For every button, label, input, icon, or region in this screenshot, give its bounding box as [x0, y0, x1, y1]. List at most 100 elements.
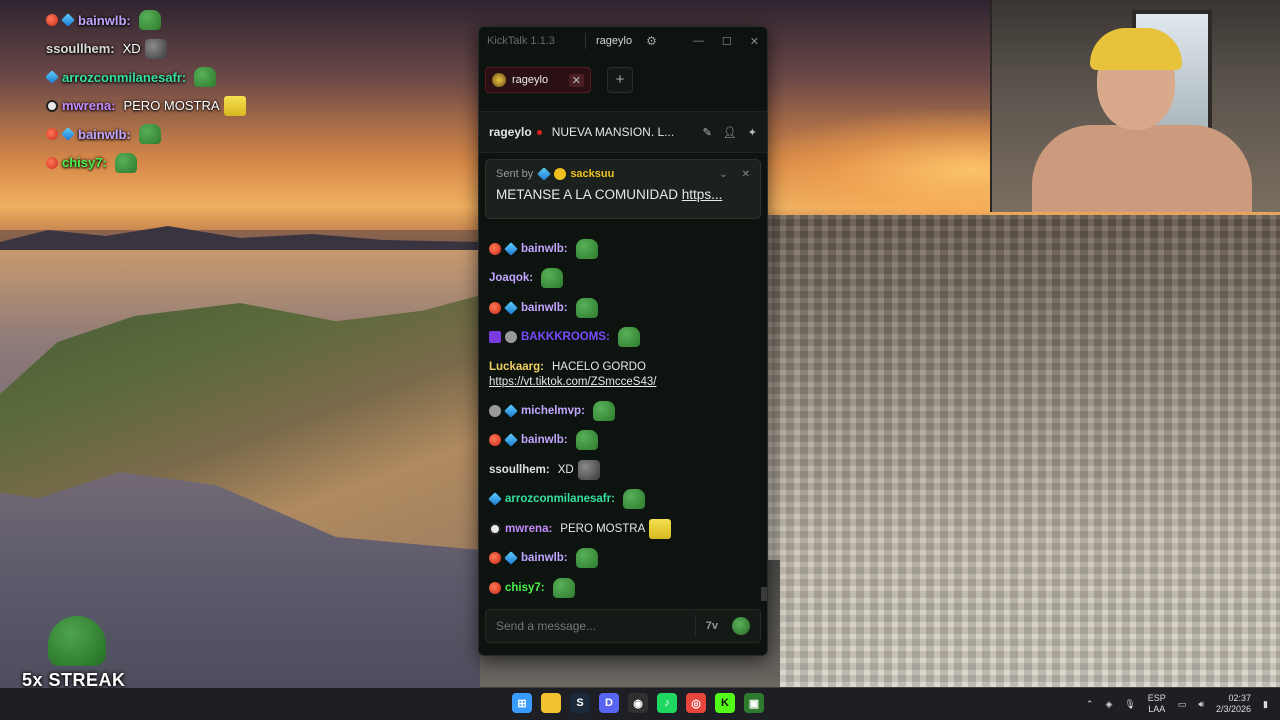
- discord-icon[interactable]: D: [599, 693, 619, 713]
- 7tv-emote-icon[interactable]: 7v: [706, 620, 718, 632]
- obs-icon[interactable]: ◉: [628, 693, 648, 713]
- pinned-toggle-icon[interactable]: ✦: [748, 126, 757, 139]
- chat-username[interactable]: bainwlb:: [521, 302, 568, 314]
- chevron-down-icon[interactable]: ⌄: [719, 169, 727, 180]
- pepe-emote-icon: [541, 268, 564, 289]
- pinned-message: Sent by sacksuu ⌄ ✕ METANSE A LA COMUNID…: [485, 159, 761, 219]
- network-icon[interactable]: ▭: [1178, 699, 1187, 710]
- webcam-feed: [990, 0, 1280, 212]
- chat-username[interactable]: BAKKKROOMS:: [521, 331, 610, 343]
- clock-date: 2/3/2026: [1216, 704, 1252, 714]
- chat-message: michelmvp:: [489, 396, 761, 426]
- chat-message: bainwlb:: [489, 426, 761, 456]
- emote-picker-icon[interactable]: [732, 617, 750, 635]
- chat-message-text: PERO MOSTRA: [560, 522, 646, 535]
- kicktalk-icon[interactable]: ▣: [744, 693, 764, 713]
- sponge-emote-icon: [649, 518, 672, 539]
- pepe-emote-icon: [48, 616, 106, 666]
- pin-icon[interactable]: ✎: [703, 126, 712, 139]
- spotify-icon[interactable]: ♪: [657, 693, 677, 713]
- chat-username[interactable]: mwrena:: [505, 523, 552, 535]
- app-name: KickTalk 1.1.3: [487, 35, 555, 47]
- background-city: [766, 215, 1280, 687]
- chat-message: bainwlb:: [489, 544, 761, 574]
- pinned-sender[interactable]: sacksuu: [570, 168, 614, 180]
- close-tab-icon[interactable]: ✕: [568, 73, 584, 87]
- chat-username[interactable]: michelmvp:: [521, 405, 585, 417]
- kicktalk-window: KickTalk 1.1.3 rageylo ⚙ — ☐ ✕ rageylo ✕…: [478, 26, 768, 656]
- chrome-icon[interactable]: ◎: [686, 693, 706, 713]
- steam-icon[interactable]: S: [570, 693, 590, 713]
- gear-icon[interactable]: ⚙: [646, 34, 657, 48]
- language-indicator[interactable]: ESP LAA: [1148, 693, 1166, 715]
- shield-icon[interactable]: ◈: [1105, 699, 1112, 710]
- overlay-chat-line: bainwlb:: [46, 120, 366, 149]
- overlay-chat: bainwlb: ssoullhem: XD arrozconmilanesafr: m…: [45, 6, 366, 177]
- minimize-icon[interactable]: —: [693, 35, 704, 48]
- cube-badge-icon: [504, 241, 518, 256]
- chat-username[interactable]: bainwlb:: [521, 243, 568, 255]
- pinned-link[interactable]: https...: [682, 187, 723, 202]
- chat-username[interactable]: Joaqok:: [489, 272, 533, 284]
- chat-username[interactable]: bainwlb:: [521, 434, 568, 446]
- chat-message: bainwlb:: [489, 293, 761, 323]
- unpin-icon[interactable]: ✕: [742, 169, 750, 180]
- stream-title: NUEVA MANSION. L...: [551, 125, 675, 139]
- purple-badge-icon: [489, 331, 501, 344]
- pepe-emote-icon: [552, 577, 575, 598]
- cube-badge-icon: [488, 492, 502, 507]
- windows-start-icon[interactable]: ⊞: [512, 693, 532, 713]
- emoji-badge-icon: [554, 168, 567, 180]
- tab-rageylo[interactable]: rageylo ✕: [485, 67, 591, 93]
- webcam-person-body: [1032, 125, 1252, 212]
- language-layout: LAA: [1148, 704, 1166, 714]
- pepe-emote-icon: [194, 67, 217, 88]
- message-input[interactable]: [496, 619, 685, 633]
- clock[interactable]: 02:37 2/3/2026: [1216, 693, 1251, 715]
- chat-username[interactable]: chisy7:: [505, 582, 545, 594]
- red-badge-icon: [46, 14, 58, 27]
- chevron-up-icon[interactable]: ⌃: [1086, 699, 1094, 710]
- chat-username[interactable]: arrozconmilanesafr:: [505, 493, 615, 505]
- file-explorer-icon[interactable]: [541, 693, 561, 713]
- maximize-icon[interactable]: ☐: [722, 35, 732, 48]
- pepe-emote-icon: [575, 238, 598, 259]
- cube-badge-icon: [45, 70, 59, 85]
- chat-username[interactable]: ssoullhem:: [489, 464, 550, 476]
- pepe-emote-icon: [575, 297, 598, 318]
- language-code: ESP: [1147, 693, 1166, 703]
- verified-badge-icon: [537, 167, 552, 181]
- input-divider: [694, 615, 696, 637]
- face-emote-icon: [144, 38, 167, 59]
- taskbar: ⊞ S D ◉ ♪ ◎ K ▣ ⌃ ◈ 🎙︎ ESP LAA ▭ 🔊︎ 02:37 2/3/2…: [0, 688, 1280, 720]
- overlay-username: bainwlb:: [78, 126, 131, 142]
- live-indicator-icon: [536, 129, 542, 135]
- streamer-name[interactable]: rageylo: [489, 125, 532, 139]
- system-tray: ⌃ ◈ 🎙︎ ESP LAA ▭ 🔊︎ 02:37 2/3/2026 ▮: [1086, 688, 1268, 720]
- pinned-text: METANSE A LA COMUNIDAD: [496, 187, 682, 202]
- volume-icon[interactable]: 🔊︎: [1198, 699, 1204, 710]
- chat-message-link[interactable]: https://vt.tiktok.com/ZSmcceS43/: [489, 376, 656, 388]
- add-chatroom-button[interactable]: +: [607, 67, 633, 93]
- chat-username[interactable]: Luckaarg:: [489, 361, 544, 373]
- user-icon[interactable]: 👤︎: [723, 126, 737, 139]
- overlay-chat-line: mwrena: PERO MOSTRA: [46, 92, 366, 121]
- pepe-emote-icon: [617, 327, 640, 348]
- chat-scrollbar[interactable]: [761, 587, 767, 601]
- logged-in-user[interactable]: rageylo: [596, 35, 632, 47]
- chat-username[interactable]: bainwlb:: [521, 552, 568, 564]
- chat-message: ssoullhem: XD: [489, 455, 761, 485]
- pepe-emote-icon: [138, 10, 161, 31]
- chat-message: chisy7:: [489, 573, 761, 603]
- microphone-icon[interactable]: 🎙︎: [1124, 699, 1135, 710]
- sponge-emote-icon: [223, 95, 246, 116]
- overlay-username: arrozconmilanesafr:: [62, 69, 187, 85]
- window-titlebar[interactable]: KickTalk 1.1.3 rageylo ⚙ — ☐ ✕: [479, 27, 767, 55]
- kick-icon[interactable]: K: [715, 693, 735, 713]
- overlay-username: bainwlb:: [78, 12, 131, 28]
- close-icon[interactable]: ✕: [750, 35, 759, 48]
- notifications-icon[interactable]: ▮: [1263, 699, 1268, 710]
- message-input-bar: 7v: [485, 609, 761, 643]
- red-badge-icon: [46, 128, 58, 141]
- skull-badge-icon: [489, 522, 501, 535]
